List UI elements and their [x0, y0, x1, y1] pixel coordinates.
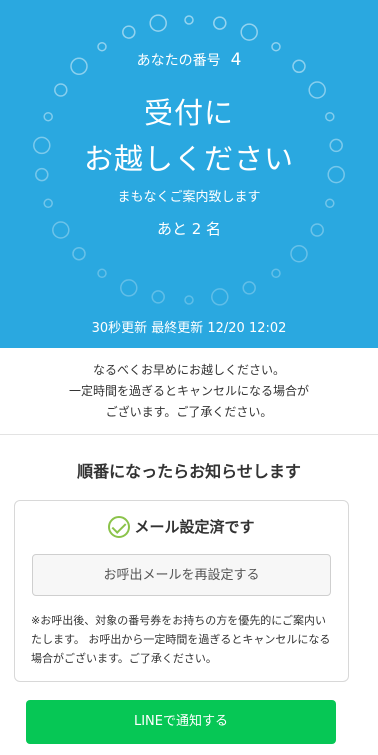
mail-status-label: メール設定済です: [134, 518, 255, 536]
notice-line: ございます。ご了承ください。: [105, 405, 273, 419]
call-title-line2: お越しください: [83, 142, 294, 176]
ring-dot: [184, 295, 194, 305]
check-circle-icon: [108, 516, 131, 538]
ring-dot: [240, 23, 258, 41]
section-divider: [0, 434, 378, 435]
remaining-count: あと 2 名: [156, 220, 222, 238]
mail-status: メール設定済です: [15, 516, 348, 538]
ring-dot: [211, 288, 229, 306]
call-subtitle: まもなくご案内致します: [117, 190, 261, 205]
ring-dot: [184, 15, 194, 25]
notice-text: なるべくお早めにお越しください。 一定時間を過ぎるとキャンセルになる場合が ござ…: [0, 360, 378, 423]
call-title-line1: 受付に: [143, 96, 234, 130]
notice-line: 一定時間を過ぎるとキャンセルになる場合が: [68, 384, 309, 398]
ticket-number-row: あなたの番号 4: [0, 50, 378, 70]
ring-dot: [97, 268, 107, 279]
ring-dot: [72, 246, 86, 261]
ring-dot: [242, 281, 256, 295]
notification-card: メール設定済です お呼出メールを再設定する ※お呼出後、対象の番号券をお持ちの方…: [14, 500, 349, 682]
ring-dot: [271, 268, 281, 279]
ring-dot: [122, 25, 136, 39]
ring-dot: [149, 14, 167, 32]
line-notify-button[interactable]: LINEで通知する: [26, 700, 336, 744]
update-status: 30秒更新 最終更新 12/20 12:02: [91, 321, 287, 336]
ring-dot: [151, 290, 165, 304]
ticket-number: 4: [230, 50, 242, 70]
ring-dot: [290, 244, 308, 263]
notice-line: なるべくお早めにお越しください。: [92, 363, 285, 377]
reset-mail-button[interactable]: お呼出メールを再設定する: [32, 554, 331, 596]
ticket-number-label: あなたの番号: [136, 53, 221, 69]
ring-dot: [120, 279, 138, 297]
ring-dot: [213, 16, 227, 30]
call-note: ※お呼出後、対象の番号券をお持ちの方を優先的にご案内いたします。 お呼出から一定…: [31, 614, 331, 665]
status-hero: あなたの番号 4 受付に お越しください まもなくご案内致します あと 2 名 3…: [0, 0, 378, 348]
notify-section-title: 順番になったらお知らせします: [77, 462, 301, 481]
